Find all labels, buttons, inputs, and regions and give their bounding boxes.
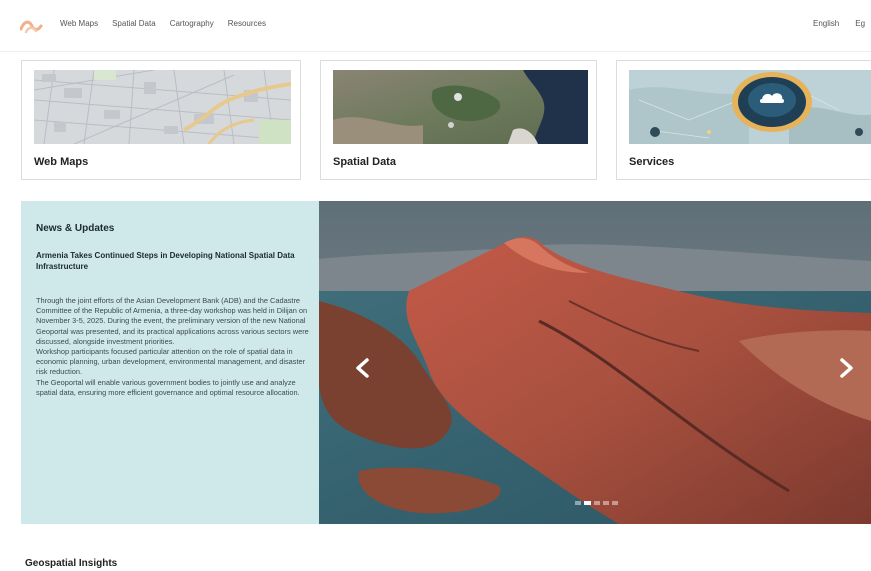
top-navigation: Web Maps Spatial Data Cartography Resour… [0, 0, 871, 52]
language-english[interactable]: English [813, 19, 839, 28]
carousel-dot[interactable] [594, 501, 600, 505]
card-title-spatial-data: Spatial Data [333, 156, 396, 168]
news-paragraph: Workshop participants focused particular… [36, 347, 306, 377]
nav-link-cartography[interactable]: Cartography [170, 19, 214, 28]
image-carousel[interactable] [319, 201, 871, 524]
section-title: Geospatial Insights [25, 558, 118, 569]
carousel-dot[interactable] [603, 501, 609, 505]
news-article-title[interactable]: Armenia Takes Continued Steps in Develop… [36, 250, 309, 272]
services-thumbnail [629, 70, 871, 144]
news-paragraph: Through the joint efforts of the Asian D… [36, 296, 309, 346]
nav-link-spatial-data[interactable]: Spatial Data [112, 19, 156, 28]
nav-link-resources[interactable]: Resources [228, 19, 266, 28]
news-article-body: Through the joint efforts of the Asian D… [36, 296, 309, 398]
web-maps-thumbnail [34, 70, 291, 144]
card-title-web-maps: Web Maps [34, 156, 89, 168]
logo-icon[interactable] [20, 17, 48, 35]
carousel-indicators [575, 501, 618, 505]
language-switcher: English Eg [813, 19, 871, 28]
carousel-dot[interactable] [584, 501, 591, 505]
card-services[interactable]: Services [616, 60, 871, 180]
card-title-services: Services [629, 156, 675, 168]
nav-link-web-maps[interactable]: Web Maps [60, 19, 98, 28]
carousel-dot[interactable] [575, 501, 581, 505]
main-menu: Web Maps Spatial Data Cartography Resour… [60, 19, 266, 28]
language-other[interactable]: Eg [855, 19, 865, 28]
carousel-prev-arrow-icon[interactable] [352, 356, 374, 380]
card-web-maps[interactable]: Web Maps [21, 60, 301, 180]
carousel-dot[interactable] [612, 501, 618, 505]
news-paragraph: The Geoportal will enable various govern… [36, 377, 300, 397]
carousel-next-arrow-icon[interactable] [835, 356, 857, 380]
card-spatial-data[interactable]: Spatial Data [320, 60, 597, 180]
news-heading: News & Updates [36, 223, 115, 234]
news-panel: News & Updates Armenia Takes Continued S… [21, 201, 319, 524]
carousel-slide-image [319, 201, 871, 524]
spatial-data-thumbnail [333, 70, 588, 144]
